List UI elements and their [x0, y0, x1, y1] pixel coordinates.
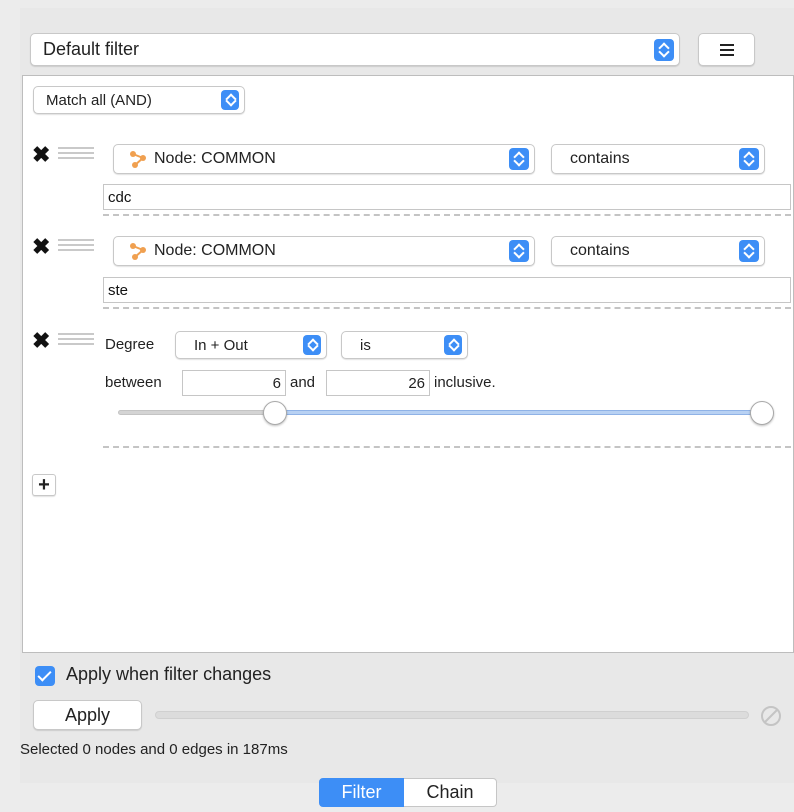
tab-chain[interactable]: Chain: [404, 778, 497, 807]
filter-select-label: Default filter: [43, 39, 140, 59]
degree-max-input[interactable]: 26: [326, 370, 430, 396]
mode-tabs: Filter Chain: [319, 778, 497, 807]
node-network-icon: [130, 151, 146, 168]
dropdown-stepper-icon: [509, 240, 529, 262]
drag-handle-icon[interactable]: [58, 239, 94, 251]
match-mode-select[interactable]: Match all (AND): [33, 86, 245, 114]
drag-handle-icon[interactable]: [58, 147, 94, 159]
filter-select[interactable]: Default filter: [30, 33, 680, 66]
rule-value-input[interactable]: cdc: [103, 184, 791, 210]
degree-label: Degree: [105, 336, 155, 353]
apply-progress-bar: [155, 711, 749, 719]
inclusive-label: inclusive.: [434, 374, 496, 391]
cancel-icon[interactable]: [760, 705, 782, 727]
delete-rule-icon[interactable]: ✖: [32, 330, 50, 352]
rule-column-label: Node: COMMON: [154, 150, 276, 167]
status-text: Selected 0 nodes and 0 edges in 187ms: [20, 741, 288, 758]
dropdown-stepper-icon: [444, 335, 462, 355]
rule-column-label: Node: COMMON: [154, 242, 276, 259]
dropdown-stepper-icon: [509, 148, 529, 170]
rule-operator-select[interactable]: contains: [551, 144, 765, 174]
degree-slider-max-handle[interactable]: [750, 401, 774, 425]
rule-separator: [103, 446, 791, 448]
delete-rule-icon[interactable]: ✖: [32, 236, 50, 258]
degree-min-input[interactable]: 6: [182, 370, 286, 396]
rule-operator-label: contains: [570, 242, 630, 259]
rule-operator-label: contains: [570, 150, 630, 167]
add-rule-button[interactable]: +: [32, 474, 56, 496]
between-label: between: [105, 374, 162, 391]
apply-when-changes-label: Apply when filter changes: [66, 664, 272, 684]
rule-separator: [103, 307, 791, 309]
degree-direction-label: In + Out: [194, 336, 248, 354]
delete-rule-icon[interactable]: ✖: [32, 144, 50, 166]
dropdown-stepper-icon: [739, 240, 759, 262]
dropdown-stepper-icon: [654, 38, 674, 61]
apply-when-changes-checkbox[interactable]: [35, 666, 55, 686]
drag-handle-icon[interactable]: [58, 333, 94, 345]
dropdown-stepper-icon: [303, 335, 321, 355]
match-mode-label: Match all (AND): [46, 91, 152, 109]
and-label: and: [290, 374, 316, 391]
node-network-icon: [130, 243, 146, 260]
degree-operator-label: is: [360, 336, 371, 354]
degree-slider-range: [275, 410, 762, 415]
rule-value-input[interactable]: ste: [103, 277, 791, 303]
tab-filter[interactable]: Filter: [319, 778, 404, 807]
apply-button[interactable]: Apply: [33, 700, 142, 730]
dropdown-stepper-icon: [739, 148, 759, 170]
dropdown-stepper-icon: [221, 90, 239, 110]
degree-operator-select[interactable]: is: [341, 331, 468, 359]
hamburger-menu-icon: [719, 43, 734, 56]
rule-operator-select[interactable]: contains: [551, 236, 765, 266]
rule-separator: [103, 214, 791, 216]
rule-column-select[interactable]: Node: COMMON: [113, 236, 535, 266]
degree-direction-select[interactable]: In + Out: [175, 331, 327, 359]
rule-column-select[interactable]: Node: COMMON: [113, 144, 535, 174]
menu-button[interactable]: [698, 33, 755, 66]
